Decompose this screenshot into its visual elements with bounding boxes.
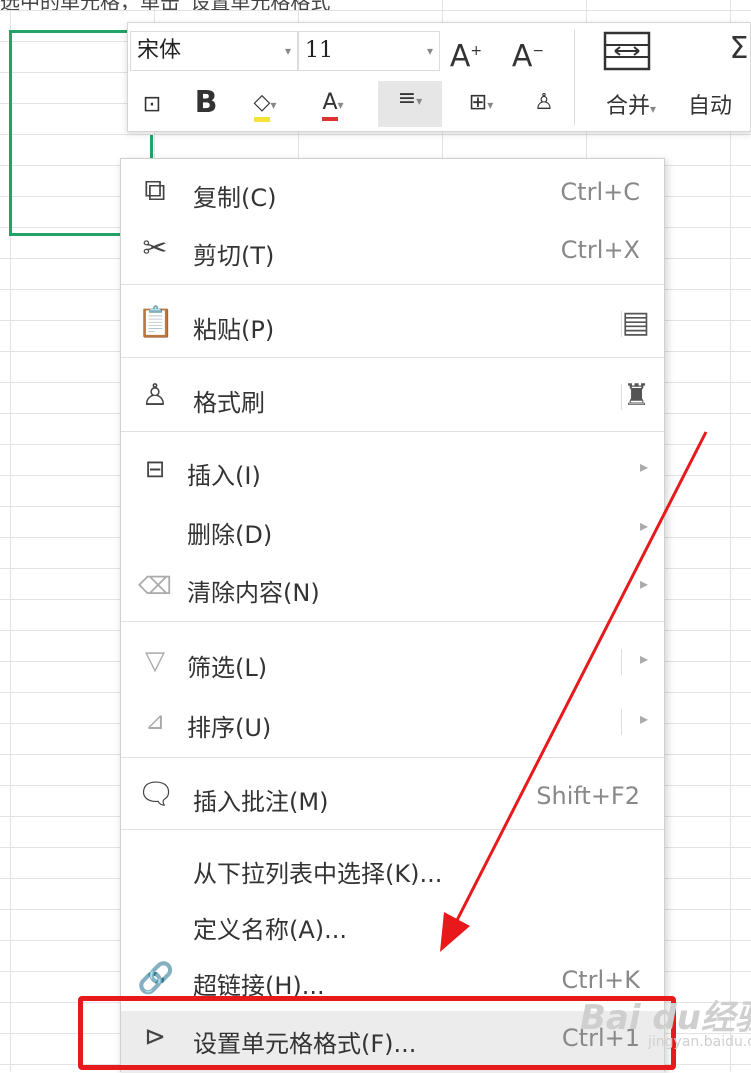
annotation-arrow bbox=[440, 431, 708, 952]
annotation-arrow-line bbox=[450, 431, 708, 931]
watermark-logo: Bai du经验 bbox=[580, 998, 751, 1038]
annotation-arrow-head bbox=[440, 912, 470, 952]
watermark-subtext: jingyan.baidu.com bbox=[648, 1034, 751, 1050]
